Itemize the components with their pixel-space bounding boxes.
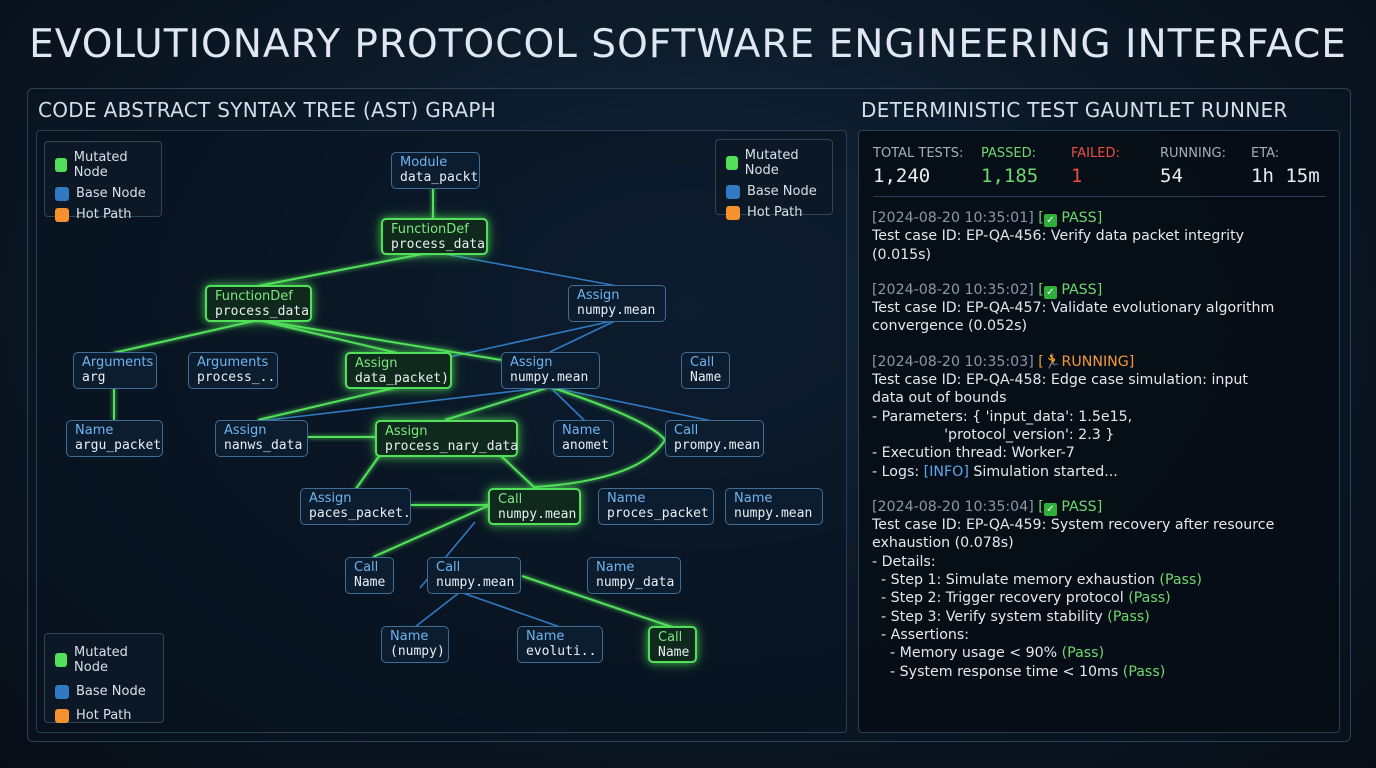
ast-node-call-name-2[interactable]: Call Name [345,557,394,594]
base-swatch-icon [55,186,69,201]
legend-hot: Hot Path [55,207,151,222]
ast-node-call-name-1[interactable]: Call Name [681,352,730,389]
legend-bottom-left: Mutated Node Base Node Hot Path [44,633,164,723]
mutated-swatch-icon [726,156,738,170]
stat-passed: PASSED: 1,185 [981,146,1039,187]
legend-top-right: Mutated Node Base Node Hot Path [715,139,833,220]
legend-top-left: Mutated Node Base Node Hot Path [44,141,162,222]
ast-node-call-name-3[interactable]: Call Name [648,626,697,663]
legend-hot: Hot Path [726,205,822,220]
ast-node-name-mean[interactable]: Name numpy.mean [725,488,823,525]
ast-node-assign-paces[interactable]: Assign paces_packet. [300,488,411,525]
stat-eta: ETA: 1h 15m [1251,146,1320,187]
check-icon: ✓ [1043,285,1057,299]
stat-failed: FAILED: 1 [1071,146,1120,187]
ast-node-name-argu[interactable]: Name argu_packet [66,420,163,457]
ast-node-name-numpy-data[interactable]: Name numpy_data [587,557,681,594]
check-icon: ✓ [1043,502,1057,516]
ast-node-assign-data-packet[interactable]: Assign data_packet) [345,352,452,389]
legend-base: Base Node [55,186,151,201]
legend-mutated: Mutated Node [55,645,153,675]
base-swatch-icon [55,684,69,699]
ast-node-call-mean-1[interactable]: Call numpy.mean [488,488,581,525]
test-log[interactable]: [2024-08-20 10:35:01] [✓ PASS] Test case… [872,209,1334,698]
ast-node-module[interactable]: Module data_packt [391,152,480,189]
ast-node-assign-nanws[interactable]: Assign nanws_data [215,420,308,457]
running-icon: 🏃 [1043,353,1062,370]
stats-divider [873,196,1326,197]
ast-node-call-prompy[interactable]: Call prompy.mean [665,420,764,457]
ast-node-funcdef-child[interactable]: FunctionDef process_data [205,285,312,322]
log-entry-457: [2024-08-20 10:35:02] [✓ PASS] Test case… [872,281,1275,335]
base-swatch-icon [726,184,740,199]
log-entry-459: [2024-08-20 10:35:04] [✓ PASS] Test case… [872,498,1275,680]
ast-node-name-evoluti[interactable]: Name evoluti.. [517,626,603,663]
ast-node-assign-nary[interactable]: Assign process_nary_data [375,420,518,457]
ast-node-assign-mean-2[interactable]: Assign numpy.mean [501,352,600,389]
ast-node-name-numpy[interactable]: Name (numpy) [381,626,449,663]
legend-hot: Hot Path [55,708,153,723]
ast-node-funcdef-root[interactable]: FunctionDef process_data [381,218,488,255]
mutated-swatch-icon [55,158,67,172]
stat-running: RUNNING: 54 [1160,146,1227,187]
ast-node-arguments-process[interactable]: Arguments process_.. [188,352,278,389]
legend-base: Base Node [726,184,822,199]
hot-swatch-icon [55,708,69,723]
legend-base: Base Node [55,684,153,699]
ast-node-name-anomet[interactable]: Name anomet [553,420,614,457]
hot-swatch-icon [55,207,69,222]
stat-total: TOTAL TESTS: 1,240 [873,146,964,187]
legend-mutated: Mutated Node [726,148,822,178]
log-entry-458: [2024-08-20 10:35:03] [🏃RUNNING] Test ca… [872,353,1248,480]
ast-node-call-mean-2[interactable]: Call numpy.mean [427,557,521,594]
log-entry-456: [2024-08-20 10:35:01] [✓ PASS] Test case… [872,210,1245,263]
ast-node-assign-mean-1[interactable]: Assign numpy.mean [568,285,666,322]
ast-node-arguments-arg[interactable]: Arguments arg [73,352,157,389]
ast-node-name-proces[interactable]: Name proces_packet [598,488,714,525]
check-icon: ✓ [1043,214,1057,227]
mutated-swatch-icon [55,653,68,667]
legend-mutated: Mutated Node [55,150,151,180]
hot-swatch-icon [726,205,740,220]
